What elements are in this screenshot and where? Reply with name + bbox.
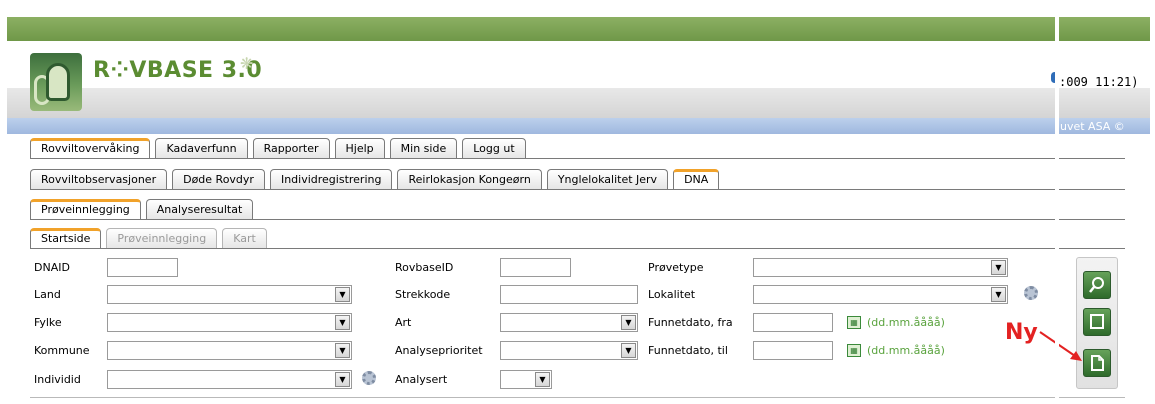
fylke-label: Fylke — [34, 316, 62, 329]
tab-dode-rovdyr[interactable]: Døde Rovdyr — [172, 169, 265, 189]
chevron-down-icon[interactable]: ▼ — [335, 315, 350, 330]
strekkode-input[interactable] — [500, 285, 638, 304]
tab-rovviltovervaking[interactable]: Rovviltovervåking — [30, 138, 151, 158]
search-icon — [1089, 277, 1104, 293]
tab-hjelp[interactable]: Hjelp — [334, 138, 385, 158]
provetype-select[interactable]: ▼ — [753, 258, 1008, 277]
paw-icon: ❋ — [240, 54, 254, 73]
chevron-down-icon[interactable]: ▼ — [535, 372, 550, 387]
calendar-icon[interactable]: ▦ — [847, 316, 861, 329]
fylke-select[interactable]: ▼ — [107, 313, 352, 332]
annotation-arrow-icon — [1039, 331, 1082, 361]
kommune-label: Kommune — [34, 344, 90, 357]
tab-divider — [30, 189, 1125, 190]
search-button[interactable] — [1083, 271, 1111, 299]
strekkode-label: Strekkode — [395, 288, 451, 301]
rovbaseid-input[interactable] — [500, 258, 571, 277]
art-select[interactable]: ▼ — [500, 313, 638, 332]
individ-select[interactable]: ▼ — [107, 370, 352, 389]
funnetdato-til-label: Funnetdato, til — [648, 344, 728, 357]
land-label: Land — [34, 288, 61, 301]
gear-icon[interactable] — [362, 371, 376, 385]
date-format-hint: (dd.mm.åååå) — [867, 316, 945, 329]
chevron-down-icon[interactable]: ▼ — [991, 287, 1006, 302]
chevron-down-icon[interactable]: ▼ — [991, 260, 1006, 275]
tab-kadaverfunn[interactable]: Kadaverfunn — [155, 138, 248, 158]
kommune-select[interactable]: ▼ — [107, 341, 352, 360]
tab-rapporter[interactable]: Rapporter — [252, 138, 330, 158]
copyright-text: uvet ASA © — [1060, 120, 1125, 133]
chevron-down-icon[interactable]: ▼ — [335, 372, 350, 387]
individ-label: Individid — [34, 373, 81, 386]
funnetdato-til-input[interactable] — [753, 341, 833, 360]
header-grey-band — [7, 88, 1150, 118]
tab-startside[interactable]: Startside — [30, 228, 102, 248]
analysert-select[interactable]: ▼ — [500, 370, 552, 389]
tab-ynglelokalitet-jerv[interactable]: Ynglelokalitet Jerv — [546, 169, 669, 189]
header-blue-band — [7, 118, 1150, 134]
tab-proveinnlegging-disabled: Prøveinnlegging — [106, 228, 218, 248]
main-tabs: Rovviltovervåking Kadaverfunn Rapporter … — [30, 138, 531, 158]
date-format-hint: (dd.mm.åååå) — [867, 344, 945, 357]
chevron-down-icon[interactable]: ▼ — [621, 343, 636, 358]
provetype-label: Prøvetype — [648, 261, 704, 274]
chevron-down-icon[interactable]: ▼ — [621, 315, 636, 330]
tab-divider — [30, 219, 1125, 220]
tab-dna[interactable]: DNA — [673, 169, 720, 189]
dnaid-label: DNAID — [34, 261, 70, 274]
dna-tabs: Prøveinnlegging Analyseresultat — [30, 199, 258, 219]
tab-logg-ut[interactable]: Logg ut — [462, 138, 526, 158]
art-label: Art — [395, 316, 412, 329]
funnetdato-fra-label: Funnetdato, fra — [648, 316, 733, 329]
tab-individregistrering[interactable]: Individregistrering — [269, 169, 393, 189]
logo-icon — [30, 53, 82, 111]
page-tabs: Startside Prøveinnlegging Kart — [30, 228, 272, 248]
analyseprioritet-label: Analyseprioritet — [395, 344, 483, 357]
screenshot-seam — [1055, 0, 1059, 404]
gear-icon[interactable] — [1024, 286, 1038, 300]
ny-annotation-label: Ny — [1005, 320, 1038, 345]
dnaid-input[interactable] — [107, 258, 178, 277]
tab-rovviltobservasjoner[interactable]: Rovviltobservasjoner — [30, 169, 168, 189]
tab-kart-disabled: Kart — [222, 228, 267, 248]
chevron-down-icon[interactable]: ▼ — [335, 343, 350, 358]
form-bottom-divider — [30, 397, 1125, 398]
tab-divider — [30, 158, 1125, 159]
tab-proveinnlegging[interactable]: Prøveinnlegging — [30, 199, 141, 219]
lokalitet-select[interactable]: ▼ — [753, 285, 1008, 304]
tab-reirlokasjon-kongeorn[interactable]: Reirlokasjon Kongeørn — [397, 169, 542, 189]
rovbaseid-label: RovbaseID — [395, 261, 454, 274]
sub-tabs: Rovviltobservasjoner Døde Rovdyr Individ… — [30, 169, 724, 189]
clock-text: :009 11:21) — [1059, 75, 1139, 89]
tab-min-side[interactable]: Min side — [389, 138, 458, 158]
calendar-icon[interactable]: ▦ — [847, 344, 861, 357]
land-select[interactable]: ▼ — [107, 285, 352, 304]
chevron-down-icon[interactable]: ▼ — [335, 287, 350, 302]
analyseprioritet-select[interactable]: ▼ — [500, 341, 638, 360]
funnetdato-fra-input[interactable] — [753, 313, 833, 332]
top-green-bar — [7, 17, 1150, 41]
tab-divider — [30, 248, 1125, 249]
tab-analyseresultat[interactable]: Analyseresultat — [145, 199, 254, 219]
lokalitet-label: Lokalitet — [648, 288, 696, 301]
analysert-label: Analysert — [395, 373, 448, 386]
app-title: R⁘VBASE 3.0 — [93, 58, 263, 83]
